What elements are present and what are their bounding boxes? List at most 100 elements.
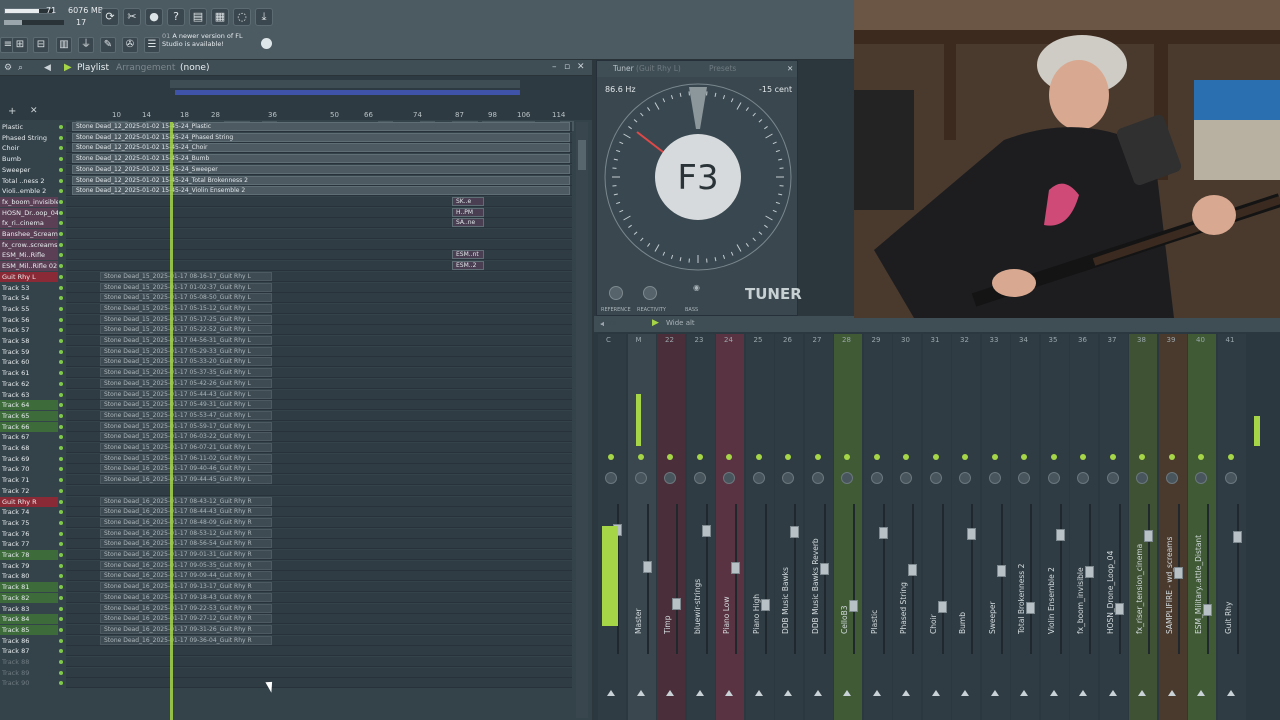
reference-knob[interactable]: [609, 286, 623, 300]
audio-clip[interactable]: Stone Dead_15_2025-01-17 05-22-52_Guit R…: [100, 325, 272, 335]
globe-icon[interactable]: [261, 38, 272, 49]
audio-clip[interactable]: Stone Dead_15_2025-01-17 05-17-25_Guit R…: [100, 314, 272, 324]
close-icon[interactable]: ✕: [577, 62, 585, 72]
audio-clip[interactable]: H..PM: [452, 207, 484, 217]
track-enable-led[interactable]: [59, 157, 63, 162]
track-enable-led[interactable]: [59, 585, 63, 590]
strip-led[interactable]: [814, 454, 821, 460]
pan-knob[interactable]: [900, 472, 912, 484]
route-arrow-icon[interactable]: [1049, 690, 1058, 696]
browser-icon[interactable]: ▥: [56, 37, 72, 53]
mixer-play-icon[interactable]: ▶: [652, 318, 659, 328]
volume-fader-track[interactable]: [646, 504, 649, 654]
track-lane[interactable]: Stone Dead_15_2025-01-17 06-03-22_Guit R…: [66, 432, 572, 443]
track-enable-led[interactable]: [59, 178, 63, 183]
track-enable-led[interactable]: [59, 627, 63, 632]
track-lane[interactable]: SK..e: [66, 196, 572, 207]
route-arrow-icon[interactable]: [1138, 690, 1146, 696]
track-enable-led[interactable]: [59, 638, 63, 643]
volume-fader-track[interactable]: [1030, 504, 1032, 654]
audio-clip[interactable]: Stone Dead_15_2025-01-17 05-59-17_Guit R…: [100, 421, 272, 431]
mixer-strip[interactable]: 38 fx_riser_tension_cinema: [1129, 334, 1157, 720]
volume-fader[interactable]: [967, 528, 976, 540]
track-name[interactable]: Violi..emble 2: [0, 186, 58, 196]
track-lane[interactable]: Stone Dead_15_2025-01-17 05-44-43_Guit R…: [66, 389, 572, 400]
volume-fader-track[interactable]: [823, 504, 826, 654]
audio-clip[interactable]: ESM..2: [452, 261, 484, 271]
track-lane[interactable]: H..PM: [66, 207, 572, 218]
audio-clip[interactable]: Stone Dead_16_2025-01-17 09-01-31_Guit R…: [100, 550, 272, 559]
mixer-strip[interactable]: 36 fx_boom_invisible: [1070, 334, 1098, 720]
cut-icon[interactable]: ✂: [123, 8, 141, 26]
track-name[interactable]: Track 78: [0, 550, 58, 560]
track-row[interactable]: Track 67 Stone Dead_15_2025-01-17 06-03-2…: [0, 432, 574, 443]
route-arrow-icon[interactable]: [725, 690, 733, 696]
pan-knob[interactable]: [1165, 472, 1178, 484]
track-row[interactable]: Track 66 Stone Dead_15_2025-01-17 05-59-1…: [0, 421, 574, 433]
track-name[interactable]: Track 79: [0, 561, 58, 571]
strip-led[interactable]: [726, 454, 732, 460]
minimize-icon[interactable]: –: [552, 62, 557, 72]
track-lane[interactable]: [66, 485, 572, 496]
strip-led[interactable]: [844, 454, 850, 460]
track-lane[interactable]: Stone Dead_15_2025-01-17 05-37-35_Guit R…: [66, 368, 572, 379]
strip-led[interactable]: [932, 454, 939, 460]
track-name[interactable]: Track 71: [0, 475, 58, 485]
time-overview[interactable]: [170, 80, 520, 88]
pan-knob[interactable]: [1195, 472, 1207, 484]
track-enable-led[interactable]: [59, 606, 63, 611]
strip-led[interactable]: [1050, 454, 1057, 460]
audio-clip[interactable]: Stone Dead_16_2025-01-17 09-09-44_Guit R…: [100, 571, 272, 581]
volume-fader-track[interactable]: [1177, 504, 1180, 654]
track-row[interactable]: Track 55 Stone Dead_15_2025-01-17 05-15-1…: [0, 303, 574, 315]
track-name[interactable]: Track 72: [0, 486, 58, 496]
track-lane[interactable]: Stone Dead_15_2025-01-17 05-29-33_Guit R…: [66, 346, 572, 357]
pan-knob[interactable]: [693, 472, 706, 484]
mixer-strip[interactable]: 41 Guit Rhy: [1217, 334, 1246, 720]
pan-knob[interactable]: [870, 472, 883, 484]
track-enable-led[interactable]: [59, 306, 63, 311]
strip-led[interactable]: [667, 454, 673, 460]
track-name[interactable]: fx_boom_invisible: [0, 196, 58, 207]
volume-fader[interactable]: [731, 562, 740, 574]
track-row[interactable]: Track 90: [0, 678, 574, 689]
volume-fader[interactable]: [819, 563, 829, 575]
vertical-scrollbar[interactable]: [576, 122, 588, 718]
track-row[interactable]: Track 62 Stone Dead_15_2025-01-17 05-42-2…: [0, 378, 574, 390]
bass-toggle-icon[interactable]: ◉: [693, 283, 700, 292]
track-enable-led[interactable]: [59, 456, 63, 461]
track-name[interactable]: Track 88: [0, 657, 58, 667]
stamp-icon[interactable]: ✇: [122, 37, 138, 53]
snap-icon[interactable]: ⚙: [4, 63, 12, 73]
track-lane[interactable]: Stone Dead_15_2025-01-17 05-22-52_Guit R…: [66, 325, 572, 336]
track-name[interactable]: Track 86: [0, 636, 58, 646]
volume-fader[interactable]: [1144, 530, 1153, 542]
track-enable-led[interactable]: [59, 339, 63, 343]
track-enable-led[interactable]: [59, 424, 63, 429]
track-row[interactable]: Track 59 Stone Dead_15_2025-01-17 05-29-3…: [0, 346, 574, 358]
track-enable-led[interactable]: [59, 296, 63, 301]
pan-knob[interactable]: [605, 472, 617, 484]
track-row[interactable]: Track 64 Stone Dead_15_2025-01-17 05-49-3…: [0, 400, 574, 411]
volume-fader-track[interactable]: [1148, 504, 1150, 654]
track-lane[interactable]: Stone Dead_15_2025-01-17 04-56-31_Guit R…: [66, 336, 572, 346]
volume-fader[interactable]: [1203, 604, 1212, 616]
track-lane[interactable]: Stone Dead_15_2025-01-17 06-11-02_Guit R…: [66, 453, 572, 464]
track-name[interactable]: Banshee_Scream: [0, 229, 58, 239]
track-enable-led[interactable]: [59, 264, 63, 269]
volume-fader-track[interactable]: [971, 504, 973, 654]
reactivity-knob[interactable]: [643, 286, 657, 300]
track-enable-led[interactable]: [59, 242, 63, 247]
mixer-strip[interactable]: 40 ESM_Military..attle_Distant: [1188, 334, 1216, 720]
track-row[interactable]: Plastic Stone Dead_12_2025-01-02 15-45-24…: [0, 122, 574, 133]
track-enable-led[interactable]: [59, 253, 63, 258]
audio-clip[interactable]: Stone Dead_15_2025-01-17 05-53-47_Guit R…: [100, 410, 272, 420]
track-enable-led[interactable]: [59, 595, 63, 600]
strip-led[interactable]: [1109, 454, 1116, 460]
track-name[interactable]: Track 63: [0, 390, 58, 400]
track-enable-led[interactable]: [59, 681, 63, 686]
audio-clip[interactable]: Stone Dead_12_2025-01-02 15-45-24_Violin…: [72, 186, 570, 196]
mixer-strip[interactable]: 34 Total Brokenness 2: [1011, 334, 1039, 720]
track-name[interactable]: ESM_Mi..Rifle: [0, 250, 58, 261]
track-row[interactable]: HOSN_Dr..oop_04 H..PM: [0, 207, 574, 219]
